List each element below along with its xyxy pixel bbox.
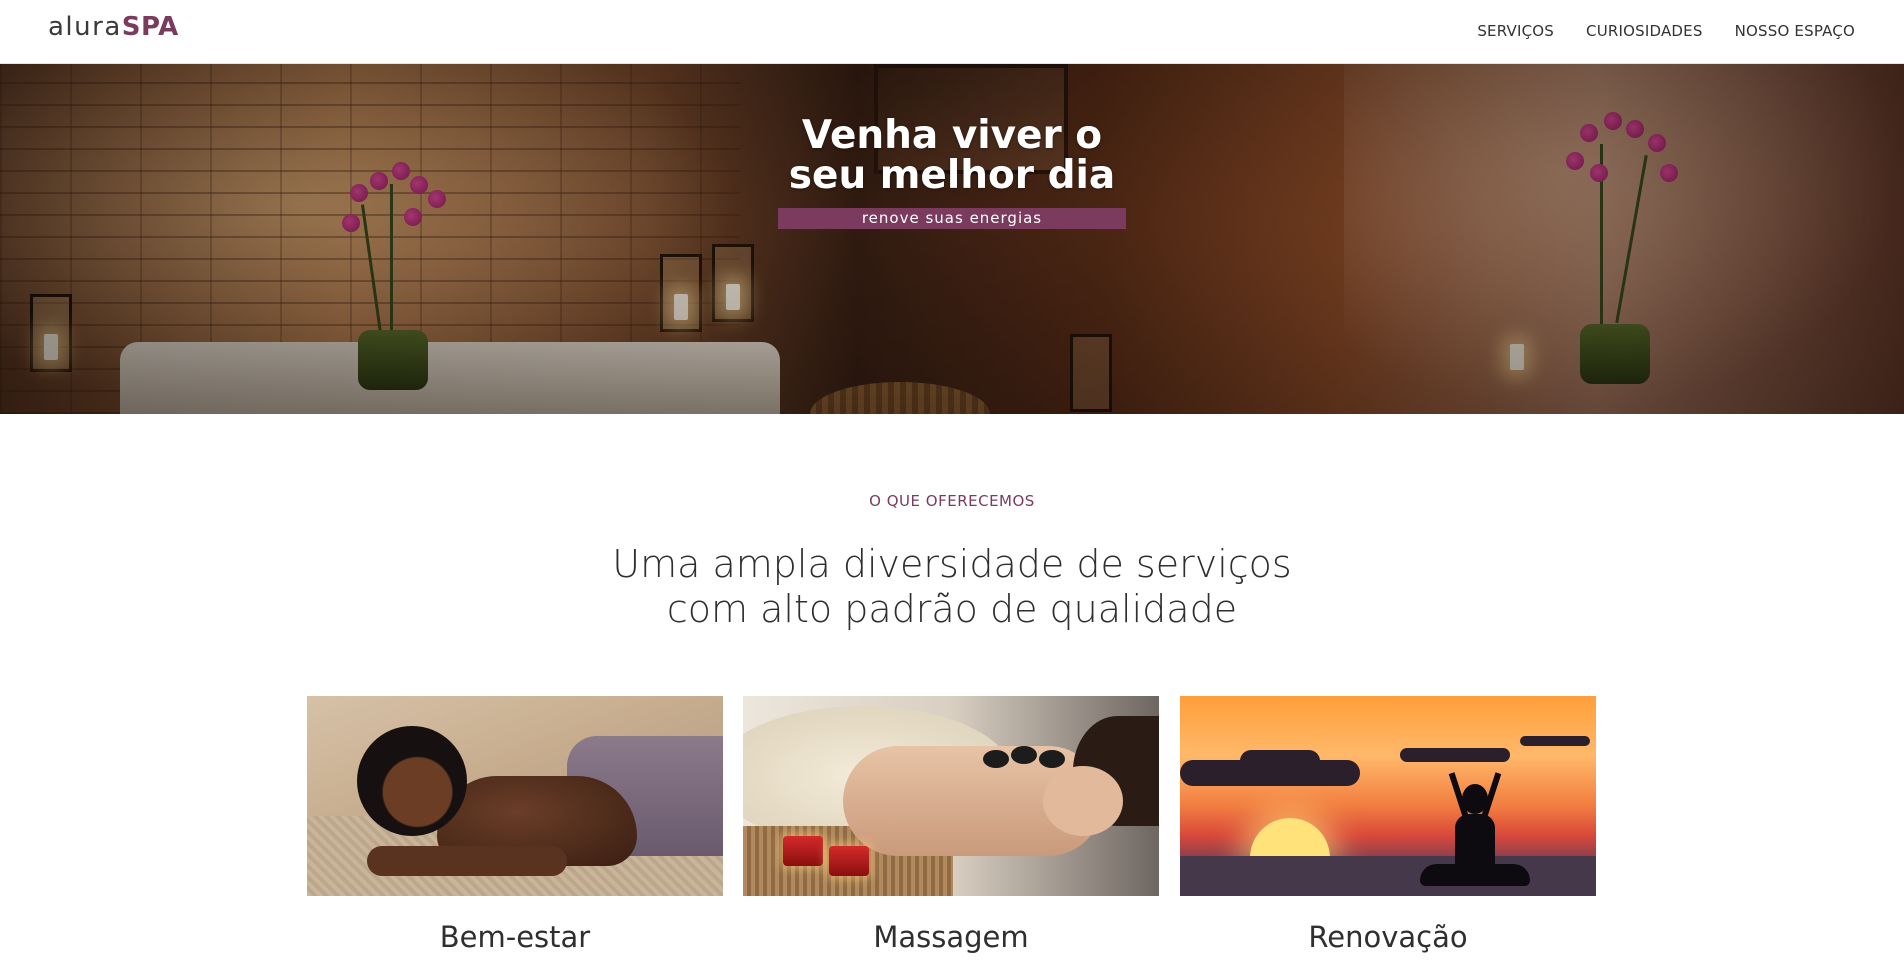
main-nav: SERVIÇOS CURIOSIDADES NOSSO ESPAÇO (1477, 22, 1855, 40)
service-card-renovacao[interactable]: Renovação (1180, 696, 1596, 954)
hero-title: Venha viver o seu melhor dia (0, 116, 1904, 196)
services-title: Uma ampla diversidade de serviços com al… (0, 542, 1904, 632)
site-header: alura SPA SERVIÇOS CURIOSIDADES NOSSO ES… (0, 0, 1904, 64)
nav-link-nosso-espaco[interactable]: NOSSO ESPAÇO (1735, 22, 1855, 40)
service-label-renovacao: Renovação (1308, 920, 1468, 954)
site-logo[interactable]: alura SPA (48, 12, 179, 50)
hero-title-line: Venha viver o (801, 113, 1103, 158)
service-label-massagem: Massagem (873, 920, 1029, 954)
service-image-bem-estar (307, 696, 723, 896)
logo-text-strong: SPA (121, 12, 179, 42)
nav-link-curiosidades[interactable]: CURIOSIDADES (1586, 22, 1703, 40)
service-card-massagem[interactable]: Massagem (743, 696, 1159, 954)
service-image-renovacao (1180, 696, 1596, 896)
services-title-line: Uma ampla diversidade de serviços (612, 542, 1292, 586)
service-label-bem-estar: Bem-estar (439, 920, 591, 954)
hero-title-line: seu melhor dia (788, 153, 1116, 198)
service-card-bem-estar[interactable]: Bem-estar (307, 696, 723, 954)
services-eyebrow: O QUE OFERECEMOS (869, 492, 1035, 510)
services-title-line: com alto padrão de qualidade (666, 587, 1238, 631)
service-image-massagem (743, 696, 1159, 896)
logo-text-light: alura (48, 12, 122, 42)
nav-link-servicos[interactable]: SERVIÇOS (1477, 22, 1554, 40)
hero-subtitle: renove suas energias (778, 208, 1126, 229)
